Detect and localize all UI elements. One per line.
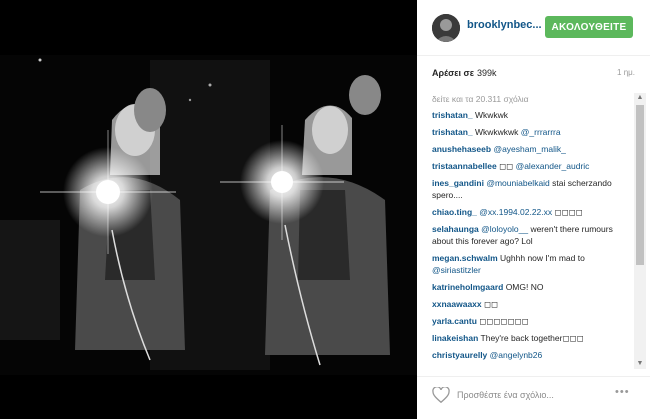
comment-item: katrineholmgaard OMG! NO [432,281,633,293]
comment-item: chiao.ting_ @xx.1994.02.22.xx ◻◻◻◻ [432,206,633,218]
comment-mention[interactable]: @ayesham_malik_ [493,144,565,154]
post-time: 1 ημ. [617,68,635,77]
avatar[interactable] [432,14,460,42]
comment-username[interactable]: yarla.cantu [432,316,477,326]
comment-username[interactable]: megan.schwalm [432,253,498,263]
comment-username[interactable]: chiao.ting_ [432,207,477,217]
add-comment-input[interactable] [457,387,602,403]
comment-text: ◻◻ [481,299,499,309]
comments-scrollbar[interactable]: ▲ ▼ [634,93,646,369]
comment-item: christyaurelly @angelynb26 [432,349,633,361]
comment-text: ◻◻◻◻◻◻◻ [476,316,529,326]
comment-mention[interactable]: @alexander_audric [516,161,590,171]
comment-item: xxnaawaaxx ◻◻ [432,298,633,310]
comment-text: Wkwkwkwk [472,127,521,137]
more-options-icon[interactable]: ••• [615,386,630,398]
post-photo [0,0,417,419]
comment-mention[interactable]: @loloyolo__ [481,224,528,234]
comment-item: linakeishan They're back together◻◻◻ [432,332,633,344]
comment-item: tristaannabellee ◻◻ @alexander_audric [432,160,633,172]
scroll-down-icon[interactable]: ▼ [634,359,646,369]
comment-mention[interactable]: @angelynb26 [490,350,543,360]
follow-button[interactable]: ΑΚΟΛΟΥΘΕΙΤΕ [545,16,633,38]
post-header: brooklynbec... ΑΚΟΛΟΥΘΕΙΤΕ [417,0,650,56]
comment-text: Ughhh now I'm mad to [497,253,585,263]
post-sidebar: brooklynbec... ΑΚΟΛΟΥΘΕΙΤΕ Αρέσει σε 399k… [417,0,650,419]
comment-username[interactable]: tristaannabellee [432,161,497,171]
comment-item: selahaunga @loloyolo__ weren't there rum… [432,223,633,247]
comment-username[interactable]: trishatan_ [432,110,473,120]
comment-item: anushehaseeb @ayesham_malik_ [432,143,633,155]
comment-item: yarla.cantu ◻◻◻◻◻◻◻ [432,315,633,327]
comments-list: δείτε και τα 20.311 σχόλια trishatan_ Wk… [432,93,633,369]
likes-row: Αρέσει σε 399k 1 ημ. [432,68,635,82]
comment-text: OMG! NO [503,282,544,292]
comment-username[interactable]: katrineholmgaard [432,282,503,292]
likes-count[interactable]: 399k [477,68,497,78]
comment-mention[interactable]: @_rrrarrra [521,127,561,137]
username-link[interactable]: brooklynbec... [467,19,547,31]
likes-label: Αρέσει σε [432,68,474,78]
comment-item: ines_gandini @mouniabelkaid stai scherza… [432,177,633,201]
scroll-up-icon[interactable]: ▲ [634,93,646,103]
scrollbar-thumb[interactable] [636,105,644,265]
post-footer: ••• [417,376,650,419]
comment-username[interactable]: trishatan_ [432,127,473,137]
comment-text: Wkwkwk [472,110,509,120]
comment-username[interactable]: anushehaseeb [432,144,491,154]
comment-text: They're back together◻◻◻ [478,333,584,343]
comment-item: trishatan_ Wkwkwkwk @_rrrarrra [432,126,633,138]
comment-text-continued: ◻◻◻◻ [552,207,583,217]
comment-mention[interactable]: @siriastitzler [432,265,481,275]
comment-item: megan.schwalm Ughhh now I'm mad to @siri… [432,252,633,276]
comment-username[interactable]: selahaunga [432,224,479,234]
heart-icon[interactable] [432,386,450,404]
footer-wrap: ••• [417,376,650,419]
comment-username[interactable]: ines_gandini [432,178,484,188]
comment-username[interactable]: christyaurelly [432,350,487,360]
comment-item: trishatan_ Wkwkwk [432,109,633,121]
view-all-comments-link[interactable]: δείτε και τα 20.311 σχόλια [432,93,633,105]
comment-username[interactable]: linakeishan [432,333,478,343]
comment-mention[interactable]: @mouniabelkaid [486,178,549,188]
comment-mention[interactable]: @xx.1994.02.22.xx [479,207,552,217]
comment-text: ◻◻ [496,161,516,171]
comment-username[interactable]: xxnaawaaxx [432,299,482,309]
